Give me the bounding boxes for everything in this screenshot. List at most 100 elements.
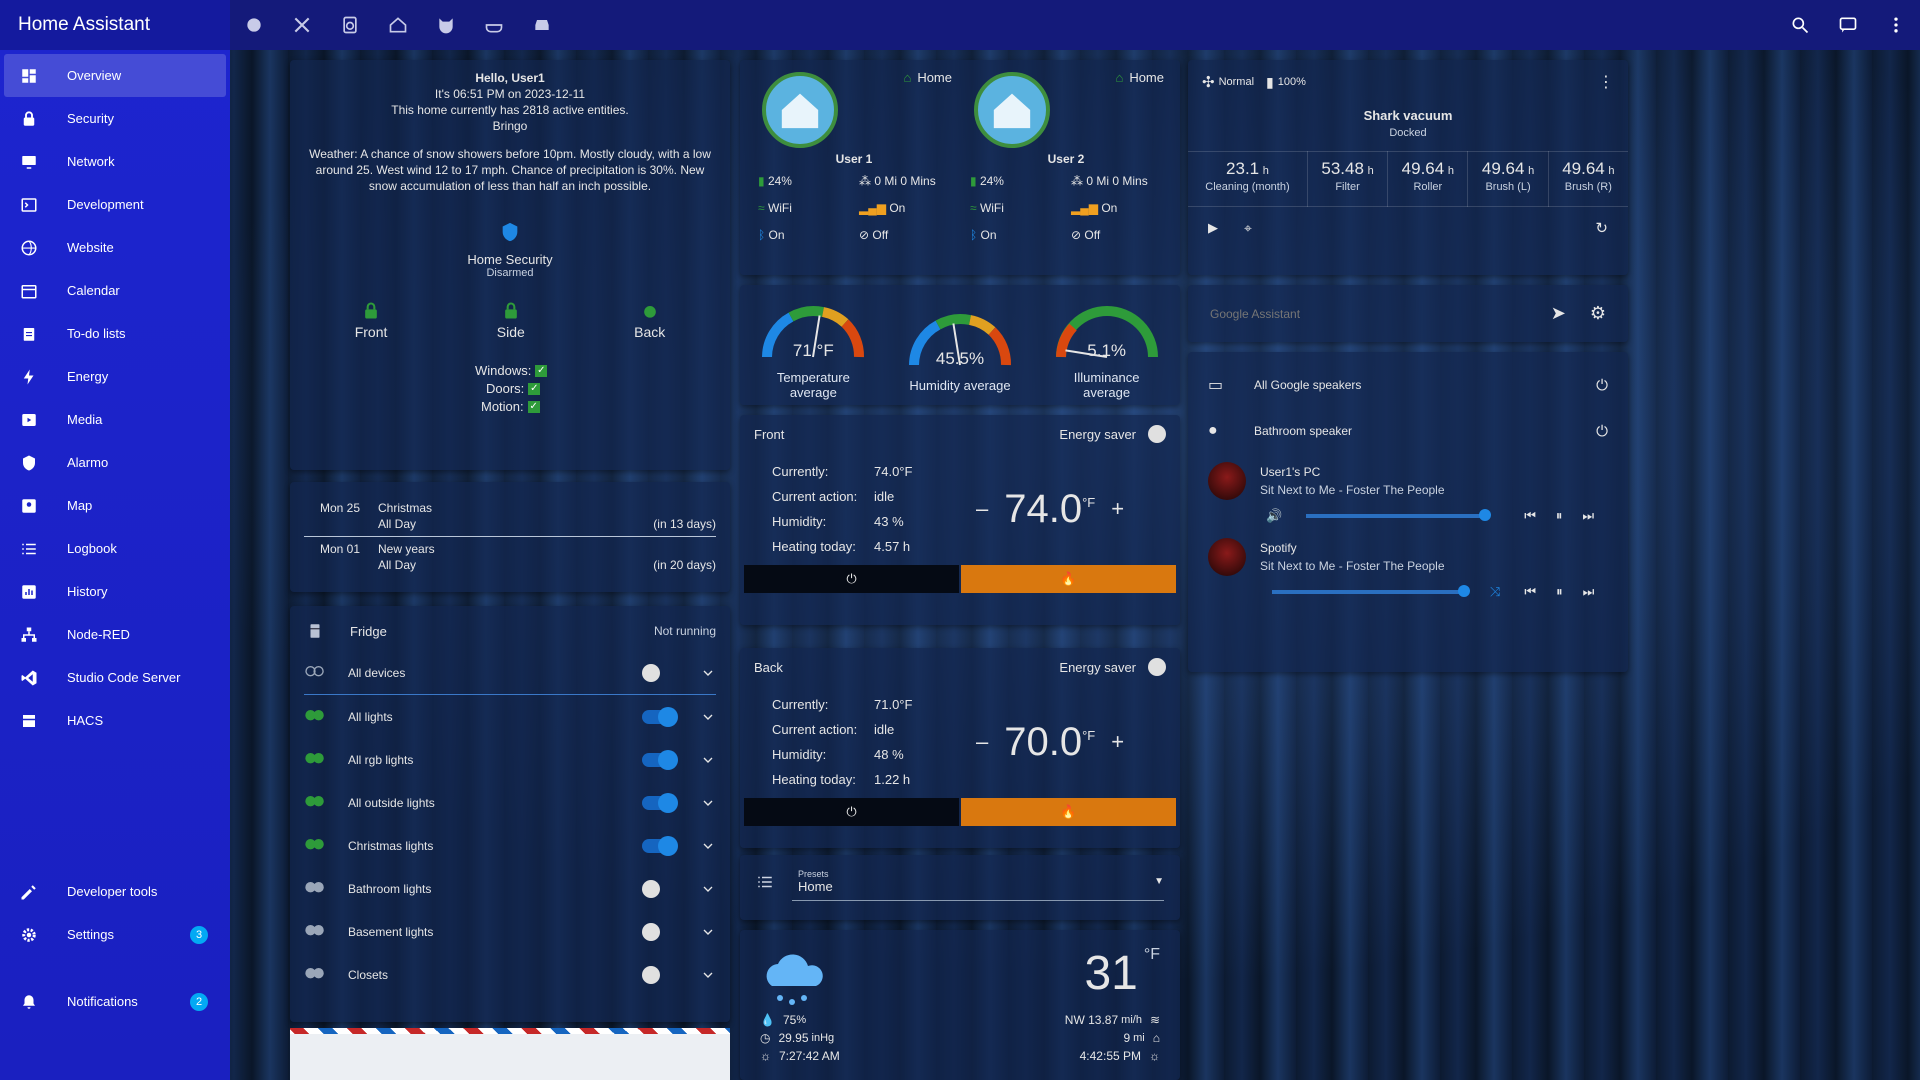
light-row[interactable]: All devices [304,652,716,695]
gauge[interactable]: 71 °F Temperature average [753,301,873,400]
slider-thumb[interactable] [1478,509,1491,521]
light-row[interactable]: All lights [304,695,716,738]
sidebar-item-energy[interactable]: Energy [4,355,226,398]
vacuum-stat[interactable]: 53.48 h Filter [1306,151,1387,207]
shuffle-icon[interactable]: ⤨ [1490,584,1500,600]
chevron-down-icon[interactable] [700,752,716,768]
sidebar-item-to-do-lists[interactable]: To-do lists [4,312,226,355]
sidebar-item-map[interactable]: Map [4,484,226,527]
sidebar-item-security[interactable]: Security [4,97,226,140]
energy-saver-toggle[interactable] [1148,425,1166,443]
volume-slider[interactable] [1272,585,1471,597]
person-card[interactable]: ⌂ Home User 1 ▮ 24% ⁂ 0 Mi 0 Mins ≈ WiFi … [748,68,960,242]
power-button[interactable]: ⏻ [744,798,959,826]
tab-home-outline-icon[interactable] [374,0,422,50]
media-player[interactable]: Spotify Sit Next to Me - Foster The Peop… [1208,538,1608,600]
chevron-down-icon[interactable] [700,967,716,983]
chevron-down-icon[interactable] [700,924,716,940]
tab-tools-icon[interactable] [278,0,326,50]
sidebar-item-hacs[interactable]: HACS [4,699,226,742]
fridge-row[interactable]: Fridge Not running [304,616,716,646]
more-vert-icon[interactable]: ⋮ [1598,72,1614,92]
chevron-down-icon[interactable] [700,665,716,681]
vacuum-stat[interactable]: 49.64 h Brush (L) [1467,151,1547,207]
chevron-down-icon[interactable] [700,838,716,854]
light-toggle[interactable] [642,879,676,898]
pause-icon[interactable]: ⏸ [1556,584,1563,600]
vacuum-stat[interactable]: 23.1 h Cleaning (month) [1188,151,1307,207]
sidebar-item-studio-code-server[interactable]: Studio Code Server [4,656,226,699]
tab-bathtub-icon[interactable] [470,0,518,50]
light-row[interactable]: All outside lights [304,781,716,824]
light-toggle[interactable] [642,835,678,856]
light-toggle[interactable] [642,792,678,813]
speaker-row[interactable]: ● Bathroom speaker ⏻ [1208,408,1608,454]
heat-button[interactable]: 🔥 [961,798,1176,826]
lock-side[interactable]: Side [497,301,525,340]
increase-button[interactable]: + [1111,496,1124,522]
person-card[interactable]: ⌂ Home User 2 ▮ 24% ⁂ 0 Mi 0 Mins ≈ WiFi … [960,68,1172,242]
lock-front[interactable]: Front [355,301,387,340]
chevron-down-icon[interactable] [700,881,716,897]
next-icon[interactable]: ⏭ [1583,584,1595,600]
sidebar-item-settings[interactable]: Settings 3 [4,913,226,956]
light-toggle[interactable] [642,664,676,682]
vacuum-stat[interactable]: 49.64 h Roller [1387,151,1467,207]
media-player[interactable]: User1's PC Sit Next to Me - Foster The P… [1208,462,1608,524]
chevron-down-icon[interactable] [700,795,716,811]
sidebar-item-media[interactable]: Media [4,398,226,441]
light-row[interactable]: Christmas lights [304,824,716,867]
sidebar-item-calendar[interactable]: Calendar [4,269,226,312]
lock-back[interactable]: Back [634,301,665,340]
tab-cat-icon[interactable] [422,0,470,50]
sidebar-item-history[interactable]: History [4,570,226,613]
gear-icon[interactable]: ⚙ [1590,303,1606,324]
presets-card[interactable]: Presets Home ▼ [740,855,1180,920]
sidebar-item-alarmo[interactable]: Alarmo [4,441,226,484]
play-icon[interactable]: ▶ [1208,220,1218,236]
increase-button[interactable]: + [1111,729,1124,755]
send-icon[interactable]: ➤ [1551,303,1566,324]
tab-home-icon[interactable] [230,0,278,50]
light-row[interactable]: Bathroom lights [304,867,716,910]
search-icon[interactable] [1776,0,1824,50]
sidebar-item-node-red[interactable]: Node-RED [4,613,226,656]
vacuum-stat[interactable]: 49.64 h Brush (R) [1547,151,1628,207]
security-title[interactable]: Home Security [300,252,720,267]
volume-slider[interactable] [1306,509,1491,521]
sidebar-item-logbook[interactable]: Logbook [4,527,226,570]
power-icon[interactable]: ⏻ [1596,377,1608,394]
next-icon[interactable]: ⏭ [1582,508,1594,524]
sidebar-item-notifications[interactable]: Notifications 2 [4,980,226,1023]
previous-icon[interactable]: ⏮ [1524,508,1536,524]
sidebar-item-overview[interactable]: Overview [4,54,226,97]
light-row[interactable]: All rgb lights [304,738,716,781]
power-icon[interactable]: ⏻ [1596,423,1608,440]
calendar-event[interactable]: Mon 01 New years All Day (in 20 days) [304,537,716,577]
light-row[interactable]: Closets [304,953,716,996]
light-toggle[interactable] [642,749,678,770]
heat-button[interactable]: 🔥 [961,565,1176,593]
gauge[interactable]: 45.5% Humidity average [900,309,1020,393]
sidebar-item-development[interactable]: Development [4,183,226,226]
tab-car-icon[interactable] [518,0,566,50]
locate-icon[interactable]: ⌖ [1244,220,1252,237]
gauge[interactable]: 5.1% Illuminance average [1047,301,1167,400]
chevron-down-icon[interactable] [700,709,716,725]
assist-icon[interactable] [1824,0,1872,50]
decrease-button[interactable]: – [976,496,988,522]
more-vert-icon[interactable] [1872,0,1920,50]
energy-saver-toggle[interactable] [1148,658,1166,676]
vacuum-mode[interactable]: Normal [1219,76,1254,88]
speaker-row[interactable]: ▭ All Google speakers ⏻ [1208,362,1608,408]
light-toggle[interactable] [642,965,676,984]
light-toggle[interactable] [642,706,678,727]
volume-icon[interactable]: 🔊 [1266,508,1282,524]
sidebar-item-network[interactable]: Network [4,140,226,183]
previous-icon[interactable]: ⏮ [1524,584,1536,600]
slider-thumb[interactable] [1458,585,1471,597]
decrease-button[interactable]: – [976,729,988,755]
tab-washer-icon[interactable] [326,0,374,50]
calendar-event[interactable]: Mon 25 Christmas All Day (in 13 days) [304,496,716,537]
pause-icon[interactable]: ⏸ [1556,508,1563,524]
